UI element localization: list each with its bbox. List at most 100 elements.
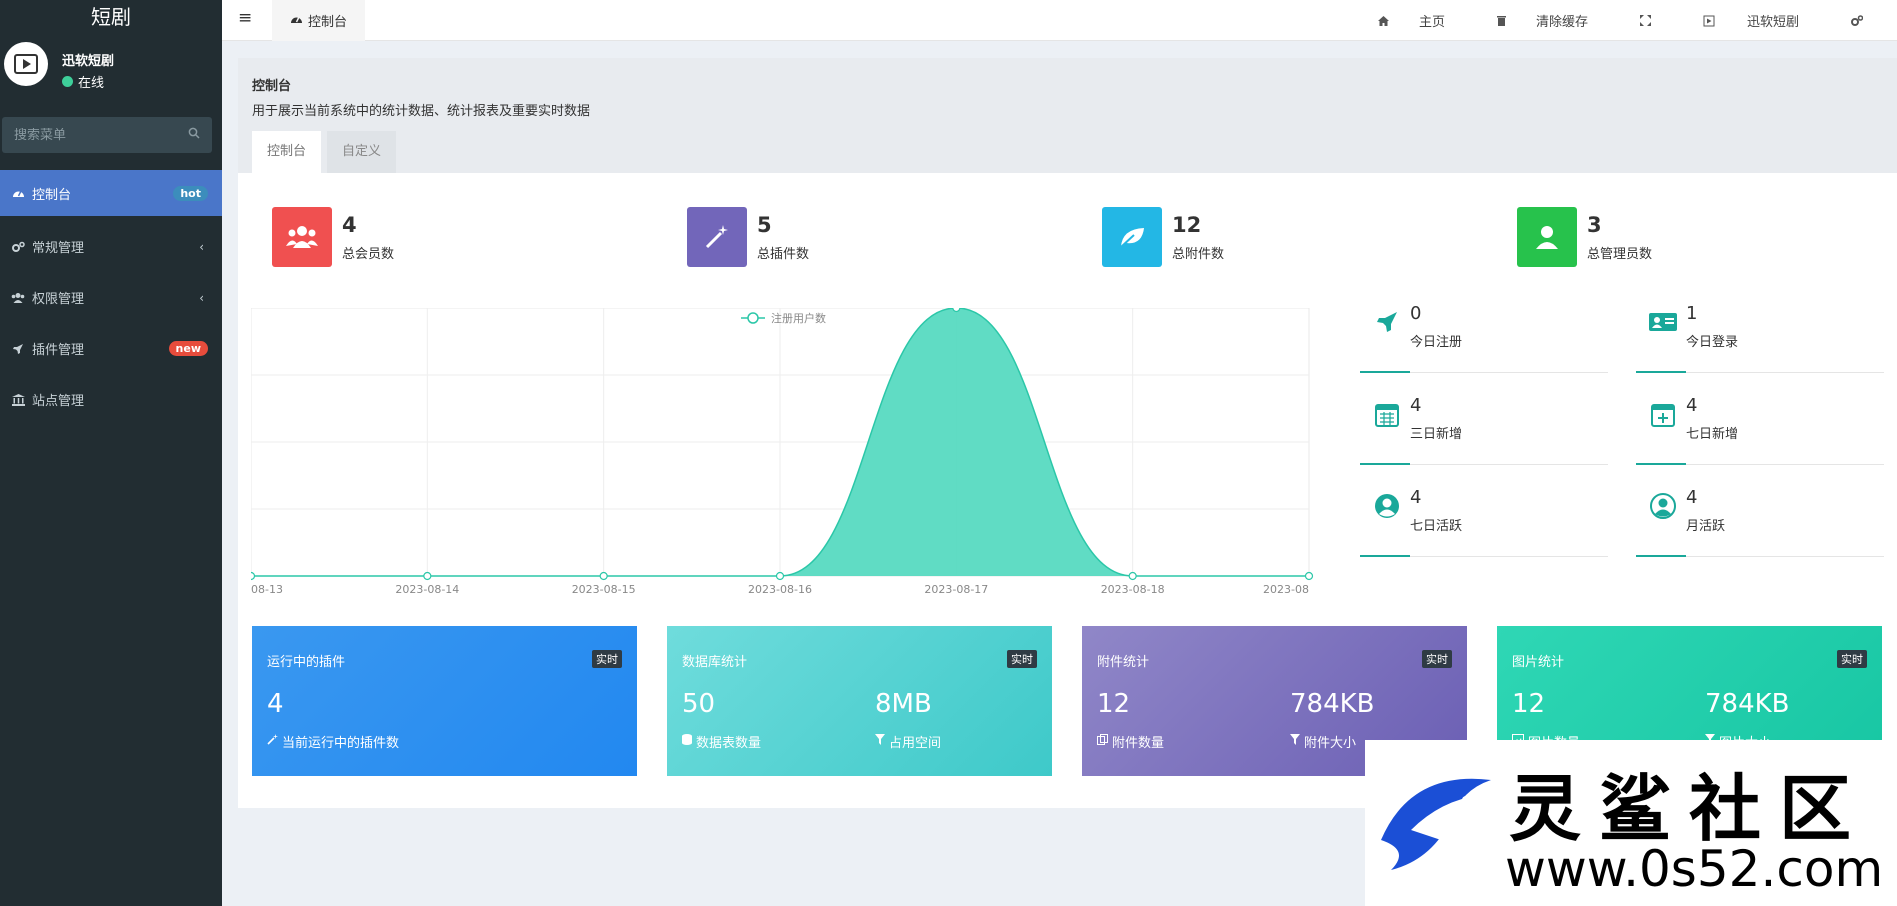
shark-logo-icon [1381,778,1491,870]
kpi-underline [1636,371,1884,373]
card-label: 附件数量 [1097,732,1164,751]
calendar-plus-icon [1648,399,1678,429]
stat-value: 12 [1172,212,1202,237]
sidebar-item-general[interactable]: 常规管理 ‹ [0,221,222,272]
sidebar-item-permission[interactable]: 权限管理 ‹ [0,272,222,323]
stat-attachments: 12 总附件数 [1102,207,1224,267]
sidebar: 短剧 迅软短剧 在线 控制台 hot 常规管理 ‹ 权限管理 ‹ 插件管理 n [0,0,222,906]
kpi-value: 0 [1410,303,1422,324]
kpi-7day-new: 4 七日新增 [1636,395,1884,465]
chevron-left-icon: ‹ [199,239,204,254]
settings-button[interactable] [1851,14,1889,27]
stat-label: 总附件数 [1172,246,1225,262]
x-tick-label: 2023-08-15 [572,583,636,596]
tab-custom[interactable]: 自定义 [327,131,397,173]
calendar-icon [1372,399,1402,429]
card-value: 12 [1097,689,1131,719]
tab-dashboard-panel[interactable]: 控制台 [252,131,322,173]
kpi-value: 4 [1686,487,1698,508]
sidebar-search [2,117,212,153]
fullscreen-button[interactable] [1639,15,1677,26]
x-tick-label: 2023-08-16 [748,583,812,596]
status-label: 在线 [78,76,105,91]
x-tick-label: 2023-08-17 [924,583,988,596]
sidebar-menu: 控制台 hot 常规管理 ‹ 权限管理 ‹ 插件管理 new 站点管理 [0,170,222,425]
card-value-secondary: 8MB [875,689,932,719]
card-running-plugins: 运行中的插件 实时 4 当前运行中的插件数 [252,626,637,776]
stat-label: 总会员数 [342,246,395,262]
user-menu[interactable]: 迅软短剧 [1703,11,1825,30]
user-circle-icon [1372,491,1402,521]
magic-wand-icon [267,734,278,749]
card-title: 数据库统计 [682,655,748,670]
sidebar-item-label: 控制台 [32,187,72,203]
fullscreen-icon [1639,15,1651,26]
card-label-secondary: 占用空间 [875,732,941,751]
card-title: 图片统计 [1512,655,1565,670]
filter-icon [1290,734,1300,749]
brand-title[interactable]: 短剧 [0,0,222,34]
stat-value: 3 [1587,212,1602,237]
kpi-today-login: 1 今日登录 [1636,303,1884,373]
sidebar-item-label: 权限管理 [32,292,85,307]
registration-chart: 08-13 2023-08-14 2023-08-15 2023-08-16 2023-… [251,308,1314,596]
card-label-text: 占用空间 [889,736,942,751]
card-label: 数据表数量 [682,732,761,751]
clear-cache-link[interactable]: 清除缓存 [1496,11,1614,30]
panel-header: 控制台 用于展示当前系统中的统计数据、统计报表及重要实时数据 [238,58,1897,173]
kpi-value: 4 [1686,395,1698,416]
search-icon[interactable] [188,127,200,143]
card-database-stats: 数据库统计 实时 50 数据表数量 8MB 占用空间 [667,626,1052,776]
x-tick-label: 2023-08-14 [395,583,459,596]
search-input[interactable] [14,127,188,143]
user-icon [1517,207,1577,267]
user-panel: 迅软短剧 在线 [0,34,222,114]
sidebar-item-site[interactable]: 站点管理 [0,374,222,425]
card-label-text: 当前运行中的插件数 [282,736,400,751]
legend-marker [747,312,759,324]
tab-dashboard[interactable]: 控制台 [272,0,366,41]
home-label: 主页 [1418,15,1445,30]
user-logo-icon [1703,15,1717,27]
kpi-value: 4 [1410,395,1422,416]
sidebar-item-label: 站点管理 [32,394,85,409]
dashboard-icon [290,13,303,29]
sidebar-item-label: 插件管理 [32,343,85,358]
new-badge: new [168,341,208,356]
cogs-icon [1851,14,1863,27]
stat-members: 4 总会员数 [272,207,394,267]
magic-wand-icon [687,207,747,267]
kpi-underline [1636,555,1884,557]
stat-value: 5 [757,212,772,237]
data-point [599,571,608,581]
card-title: 运行中的插件 [267,655,346,670]
card-label-secondary: 附件大小 [1290,732,1356,751]
kpi-underline [1360,463,1608,465]
watermark-overlay: 灵鲨社区 www.0s52.com [1365,740,1897,906]
online-dot-icon [62,76,73,87]
sidebar-item-dashboard[interactable]: 控制台 hot [0,170,222,216]
realtime-badge: 实时 [1007,650,1037,668]
sidebar-item-plugins[interactable]: 插件管理 new [0,323,222,374]
data-point [952,308,961,313]
hot-badge: hot [173,185,208,201]
data-point [251,571,256,581]
card-label-text: 数据表数量 [696,736,762,751]
realtime-badge: 实时 [1837,650,1867,668]
card-label: 当前运行中的插件数 [267,732,399,751]
kpi-label: 月活跃 [1686,519,1726,534]
kpi-3day-new: 4 三日新增 [1360,395,1608,465]
kpi-label: 七日活跃 [1410,519,1463,534]
x-tick-label: 2023-08-18 [1101,583,1165,596]
kpi-label: 今日注册 [1410,335,1463,350]
avatar [4,42,48,86]
card-label-text: 附件数量 [1112,736,1165,751]
page-description: 用于展示当前系统中的统计数据、统计报表及重要实时数据 [252,104,591,119]
dashboard-icon [10,187,26,199]
data-point [775,571,785,581]
kpi-underline [1360,371,1608,373]
watermark-url: www.0s52.com [1505,840,1884,898]
home-link[interactable]: 主页 [1377,11,1471,30]
menu-toggle-icon[interactable]: ≡ [238,8,252,28]
card-value-secondary: 784KB [1705,689,1790,719]
